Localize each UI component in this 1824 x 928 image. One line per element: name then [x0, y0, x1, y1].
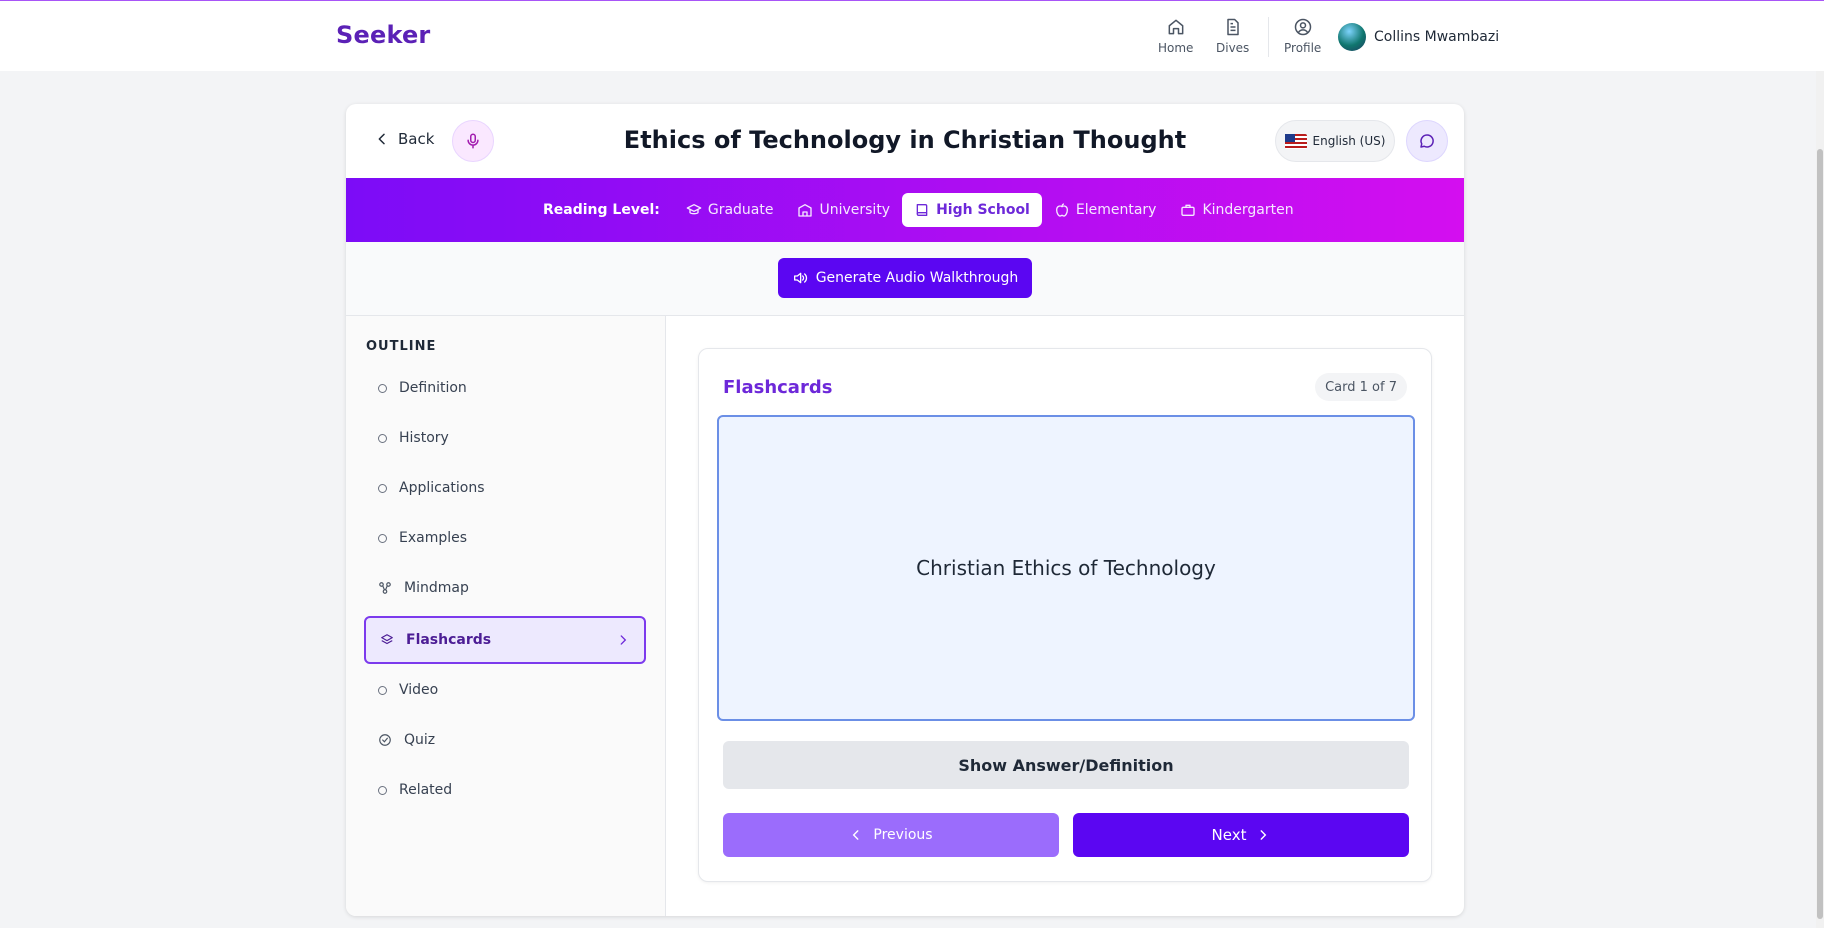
- scrollbar-thumb[interactable]: [1817, 149, 1823, 919]
- outline-title: OUTLINE: [366, 339, 437, 354]
- level-high-school[interactable]: High School: [902, 193, 1042, 227]
- language-selector[interactable]: English (US): [1275, 120, 1395, 162]
- outline-item-label: Quiz: [404, 732, 436, 748]
- outline-item-label: Video: [399, 682, 439, 698]
- user-menu[interactable]: Collins Mwambazi: [1338, 23, 1499, 51]
- check-circle-icon: [379, 734, 391, 746]
- level-label: High School: [936, 202, 1030, 218]
- chevron-left-icon: [378, 133, 385, 145]
- reading-level-label: Reading Level:: [543, 202, 660, 218]
- back-label: Back: [398, 130, 435, 148]
- user-circle-icon: [1294, 18, 1311, 36]
- circle-icon: [378, 685, 387, 695]
- page-scrollbar[interactable]: [1816, 71, 1824, 928]
- chevron-right-icon: [620, 635, 627, 645]
- card-counter-badge: Card 1 of 7: [1315, 373, 1407, 401]
- audio-bar: Generate Audio Walkthrough: [346, 242, 1464, 316]
- outline-item-label: Examples: [399, 530, 468, 546]
- outline-item-definition[interactable]: Definition: [364, 364, 646, 412]
- reading-level-bar: Reading Level: Graduate University High …: [346, 178, 1464, 242]
- level-label: Graduate: [707, 202, 774, 218]
- show-answer-button[interactable]: Show Answer/Definition: [723, 741, 1409, 789]
- deep-dive-card: Ethics of Technology in Christian Though…: [346, 104, 1464, 916]
- nav-profile[interactable]: Profile: [1284, 17, 1321, 55]
- previous-button[interactable]: Previous: [723, 813, 1059, 857]
- nav-home[interactable]: Home: [1158, 17, 1193, 55]
- microphone-icon: [467, 133, 479, 149]
- circle-icon: [378, 433, 387, 443]
- level-label: Kindergarten: [1202, 202, 1294, 218]
- outline-item-history[interactable]: History: [364, 414, 646, 462]
- outline-item-quiz[interactable]: Quiz: [364, 716, 646, 764]
- outline-item-label: Mindmap: [404, 580, 469, 596]
- outline-item-applications[interactable]: Applications: [364, 464, 646, 512]
- nav-home-label: Home: [1158, 41, 1194, 55]
- outline-item-examples[interactable]: Examples: [364, 514, 646, 562]
- nav-profile-label: Profile: [1284, 41, 1322, 55]
- document-icon: [1226, 18, 1239, 36]
- brand-logo[interactable]: Seeker: [336, 21, 430, 49]
- home-icon: [1168, 19, 1184, 35]
- level-kindergarten[interactable]: Kindergarten: [1168, 193, 1305, 227]
- level-university[interactable]: University: [785, 193, 902, 227]
- nav-divider: [1268, 17, 1269, 57]
- chevron-left-icon: [853, 830, 859, 840]
- card-header: Ethics of Technology in Christian Though…: [346, 104, 1464, 178]
- microphone-button[interactable]: [452, 120, 494, 162]
- circle-icon: [378, 483, 387, 493]
- level-label: Elementary: [1075, 202, 1157, 218]
- next-button[interactable]: Next: [1073, 813, 1409, 857]
- outline-item-label: Flashcards: [406, 632, 492, 648]
- speaker-icon: [793, 272, 807, 284]
- us-flag-icon: [1284, 133, 1307, 149]
- outline-item-label: Applications: [399, 480, 485, 496]
- nav-dives-label: Dives: [1216, 41, 1250, 55]
- mindmap-icon: [379, 582, 391, 594]
- previous-label: Previous: [873, 827, 933, 843]
- flashcards-panel: Flashcards Card 1 of 7 Christian Ethics …: [698, 348, 1432, 882]
- outline-item-mindmap[interactable]: Mindmap: [364, 564, 646, 612]
- apple-icon: [1055, 203, 1068, 217]
- flashcard-term: Christian Ethics of Technology: [916, 556, 1216, 580]
- circle-icon: [378, 785, 387, 795]
- outline-item-flashcards[interactable]: Flashcards: [364, 616, 646, 664]
- circle-icon: [378, 533, 387, 543]
- outline-item-related[interactable]: Related: [364, 766, 646, 814]
- flashcard[interactable]: Christian Ethics of Technology: [717, 415, 1415, 721]
- outline-item-label: History: [399, 430, 449, 446]
- user-name: Collins Mwambazi: [1374, 29, 1500, 45]
- outline-sidebar: OUTLINE Definition History Applications …: [346, 316, 666, 916]
- book-icon: [916, 204, 928, 216]
- nav-dives[interactable]: Dives: [1216, 17, 1249, 55]
- chat-button[interactable]: [1406, 120, 1448, 162]
- layers-icon: [381, 634, 393, 645]
- level-graduate[interactable]: Graduate: [674, 193, 786, 227]
- generate-audio-label: Generate Audio Walkthrough: [815, 270, 1019, 286]
- chevron-right-icon: [1261, 830, 1267, 840]
- level-label: University: [819, 202, 891, 218]
- outline-item-label: Related: [399, 782, 453, 798]
- circle-icon: [378, 383, 387, 393]
- back-button[interactable]: Back: [374, 130, 434, 148]
- language-label: English (US): [1312, 134, 1386, 148]
- backpack-icon: [1181, 204, 1196, 216]
- generate-audio-button[interactable]: Generate Audio Walkthrough: [778, 258, 1032, 298]
- top-navbar: Seeker Home Dives Profile Collins Mwamba…: [0, 0, 1824, 71]
- next-label: Next: [1211, 826, 1247, 844]
- chat-bubble-icon: [1420, 134, 1434, 148]
- outline-item-video[interactable]: Video: [364, 666, 646, 714]
- building-icon: [798, 204, 813, 217]
- outline-item-label: Definition: [399, 380, 467, 396]
- avatar: [1338, 23, 1366, 51]
- level-elementary[interactable]: Elementary: [1042, 193, 1169, 227]
- graduation-cap-icon: [686, 204, 702, 215]
- flashcards-title: Flashcards: [723, 377, 833, 398]
